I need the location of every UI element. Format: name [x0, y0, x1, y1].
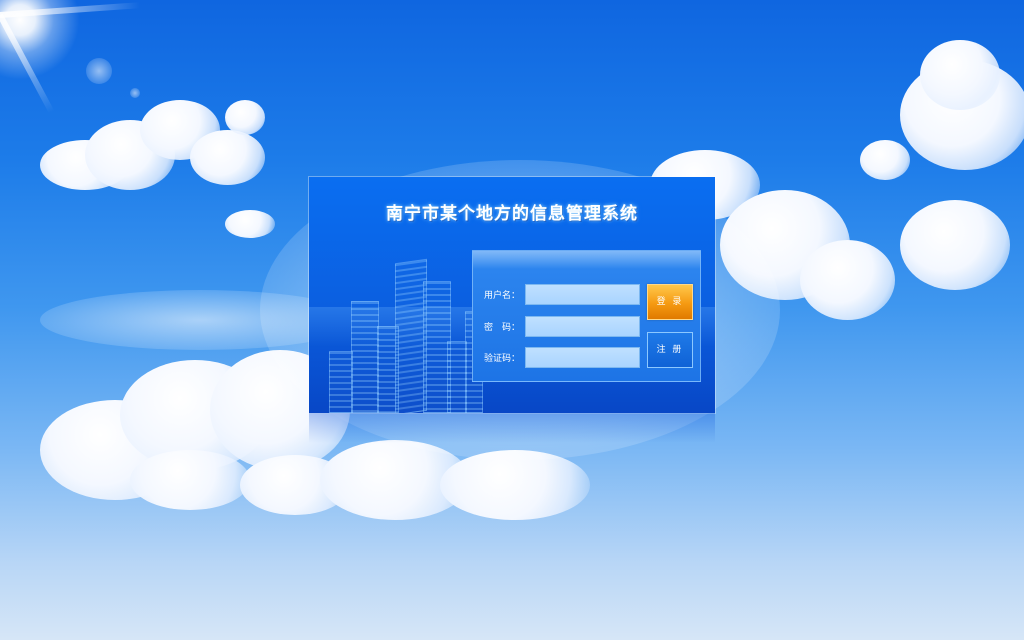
- page-title: 南宁市某个地方的信息管理系统: [386, 204, 638, 224]
- password-field[interactable]: [525, 316, 640, 337]
- login-panel: 南宁市某个地方的信息管理系统 用户名： 密 码： 验证码： 登 录 注 册: [309, 177, 715, 413]
- password-label: 密 码：: [484, 323, 521, 333]
- login-button[interactable]: 登 录: [647, 284, 693, 320]
- username-field[interactable]: [525, 284, 640, 305]
- register-button[interactable]: 注 册: [647, 332, 693, 368]
- cloud: [225, 210, 275, 240]
- username-label: 用户名：: [484, 291, 521, 301]
- form-highlight: [473, 251, 700, 269]
- captcha-label: 验证码：: [484, 354, 521, 364]
- lens-flare: [130, 88, 140, 98]
- captcha-field[interactable]: [525, 347, 640, 368]
- cloud: [40, 100, 280, 210]
- panel-reflection: [309, 413, 715, 443]
- city-buildings-illustration: [319, 217, 489, 413]
- lens-flare: [86, 58, 112, 84]
- login-form: 用户名： 密 码： 验证码： 登 录 注 册: [472, 250, 701, 382]
